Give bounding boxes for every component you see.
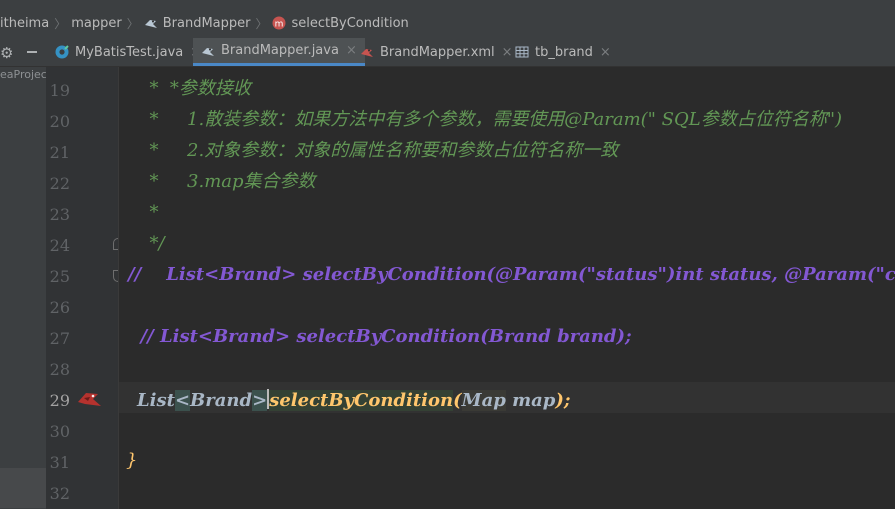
line-number: 21	[49, 143, 70, 162]
line-number: 24	[49, 236, 70, 255]
mybatis-bird-icon	[144, 16, 158, 30]
generic-open: <	[174, 390, 191, 411]
line-number: 27	[49, 329, 70, 348]
menu-bar-cut	[0, 0, 895, 8]
tab-brandmapper-xml[interactable]: BrandMapper.xml ×	[360, 38, 513, 66]
line-number: 28	[49, 360, 70, 379]
paren-open: (	[453, 390, 462, 411]
code-line-20: * 1.散装参数：如果方法中有多个参数，需要使用@Param(" SQL参数占位…	[138, 109, 843, 130]
code-line-27: // List<Brand> selectByCondition(Brand b…	[128, 326, 632, 347]
gear-icon[interactable]: ⚙	[0, 44, 13, 62]
chevron-right-icon: 〉	[126, 16, 139, 31]
line-number: 20	[49, 112, 70, 131]
tab-tb-brand[interactable]: tb_brand ×	[515, 38, 611, 66]
svg-text:m: m	[275, 20, 284, 30]
code-editor[interactable]: * *参数接收 * 1.散装参数：如果方法中有多个参数，需要使用@Param("…	[118, 67, 895, 509]
tab-brandmapper-java[interactable]: BrandMapper.java ×	[193, 38, 365, 66]
method-name: selectByCondition	[269, 390, 454, 411]
minimize-icon[interactable]	[27, 51, 37, 53]
project-label: eaProjec	[0, 68, 47, 81]
gutter-divider	[118, 67, 119, 509]
breadcrumb-item-mapper[interactable]: mapper	[71, 16, 121, 31]
line-number: 19	[49, 81, 70, 100]
project-tree-selection[interactable]	[0, 468, 46, 508]
line-number: 22	[49, 174, 70, 193]
breadcrumb-item-brandmapper[interactable]: BrandMapper	[144, 16, 250, 31]
close-icon[interactable]: ×	[346, 43, 357, 58]
editor-gutter[interactable]: 19 20 21 22 23 24 25 26 27 28 29 30 31 3…	[46, 67, 124, 509]
code-line-24: */	[138, 233, 165, 254]
code-line-31: }	[126, 450, 138, 471]
line-number: 26	[49, 298, 70, 317]
mybatis-navigate-icon[interactable]	[76, 387, 104, 415]
statement-end: );	[555, 390, 571, 411]
param-name: map	[505, 390, 556, 411]
interface-icon	[201, 44, 215, 58]
line-number: 31	[49, 453, 70, 472]
editor-tab-bar: ⚙ MyBatisTest.java × BrandMapper.java × …	[0, 38, 895, 67]
project-toolwindow[interactable]: eaProjec	[0, 67, 47, 509]
type-name: List	[137, 390, 175, 411]
code-line-21: * 2.对象参数：对象的属性名称要和参数占位符名称一致	[138, 140, 619, 161]
line-number: 30	[49, 422, 70, 441]
generic-type: Brand	[190, 390, 253, 411]
breadcrumb-item-method[interactable]: m selectByCondition	[272, 16, 409, 31]
tab-mybatistest-java[interactable]: MyBatisTest.java ×	[55, 38, 201, 66]
chevron-right-icon: 〉	[54, 16, 67, 31]
code-line-22: * 3.map集合参数	[138, 171, 316, 192]
line-number: 25	[49, 267, 70, 286]
line-number: 32	[49, 484, 70, 503]
code-line-29: List<Brand> selectByCondition(Map map);	[137, 389, 571, 411]
method-icon: m	[272, 16, 286, 30]
close-icon[interactable]: ×	[600, 45, 611, 60]
line-number-current: 29	[49, 391, 70, 410]
code-line-25: // List<Brand> selectByCondition(@Param(…	[128, 264, 895, 285]
code-line-19: * *参数接收	[138, 78, 251, 99]
java-class-icon	[55, 45, 69, 59]
close-icon[interactable]: ×	[502, 45, 513, 60]
generic-close: >	[252, 390, 268, 411]
param-type: Map	[461, 390, 506, 411]
line-number: 23	[49, 205, 70, 224]
breadcrumb-item-itheima[interactable]: itheima	[0, 16, 49, 31]
chevron-right-icon: 〉	[255, 16, 268, 31]
table-icon	[515, 45, 529, 59]
breadcrumb: itheima 〉 mapper 〉 BrandMapper 〉 m selec…	[0, 8, 895, 38]
mybatis-xml-icon	[360, 45, 374, 59]
code-line-23: *	[138, 202, 159, 223]
